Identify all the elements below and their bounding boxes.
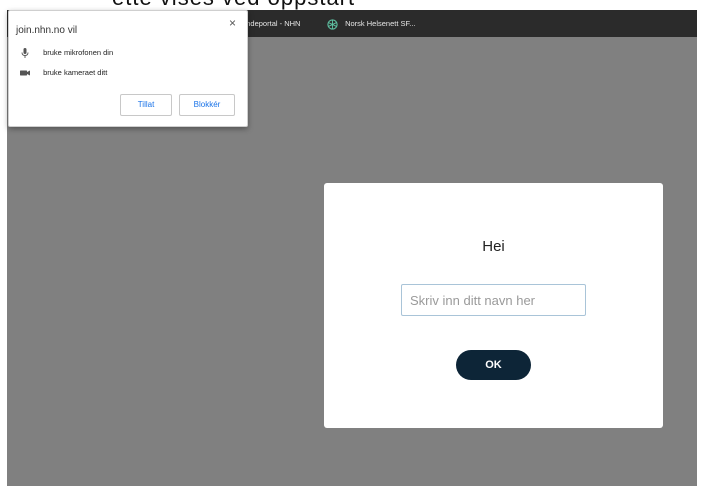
caption-strip: ette vises ved oppstart [0,0,703,10]
permission-camera: bruke kameraet ditt [19,67,107,79]
allow-button[interactable]: Tillat [120,94,172,116]
helsenett-logo-icon [327,18,338,30]
popup-title: join.nhn.no vil [16,25,78,36]
dialog-title: Hei [482,238,505,255]
bookmark-label: Norsk Helsenett SF... [345,19,416,28]
permission-popup: join.nhn.no vil × bruke mikrofonen din b… [8,10,248,127]
bookmark-nhn-portal[interactable]: ...ndeportal - NHN [240,10,300,37]
caption-text: ette vises ved oppstart [112,0,355,10]
name-input[interactable] [401,284,586,316]
close-icon[interactable]: × [229,16,236,30]
block-button[interactable]: Blokkér [179,94,235,116]
bookmark-label: ...ndeportal - NHN [240,19,301,28]
camera-icon [20,70,30,76]
permission-microphone: bruke mikrofonen din [19,47,113,59]
bookmark-norsk-helsenett[interactable]: Norsk Helsenett SF... [327,10,416,37]
permission-label: bruke mikrofonen din [43,48,114,57]
name-dialog: Hei OK [324,183,663,428]
microphone-icon [21,48,29,59]
permission-label: bruke kameraet ditt [43,68,108,77]
ok-button[interactable]: OK [456,350,531,380]
